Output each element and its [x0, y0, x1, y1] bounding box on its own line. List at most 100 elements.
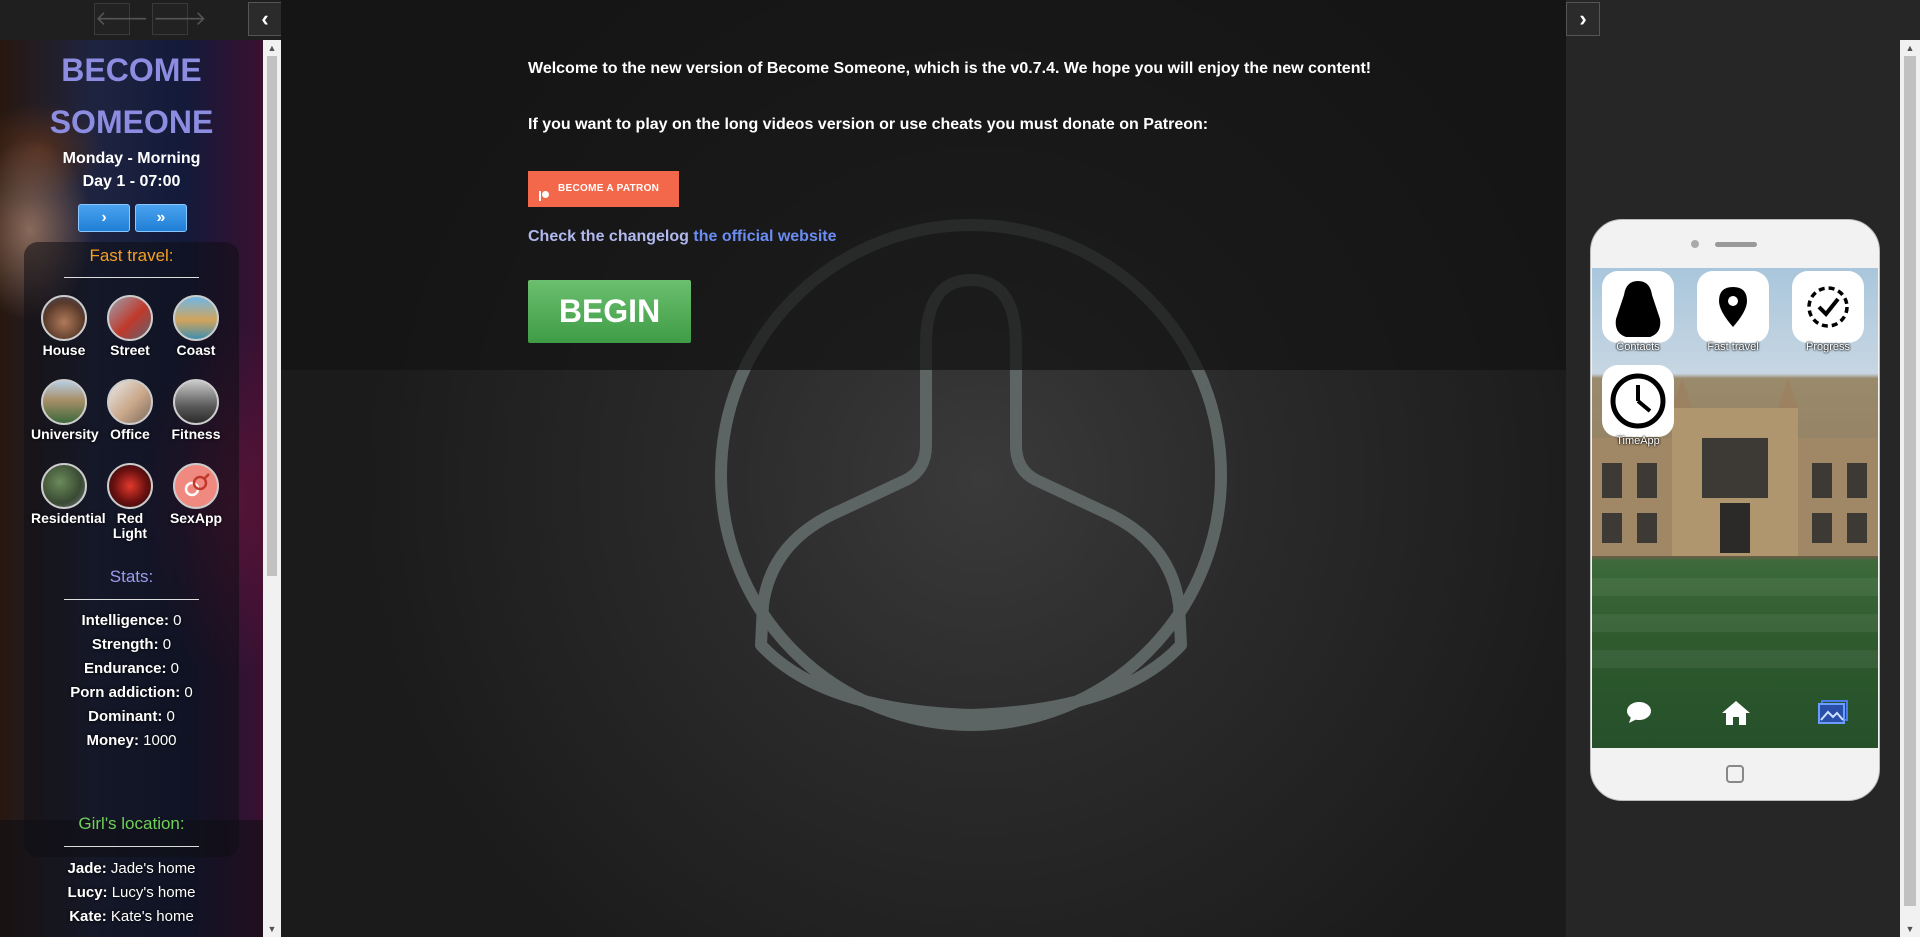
day-time: Monday - Morning: [62, 150, 201, 167]
scroll-down-icon[interactable]: ▼: [263, 921, 281, 937]
map-pin-icon: [1719, 287, 1747, 327]
location-street[interactable]: Street: [97, 295, 163, 358]
phone-screen: Contacts Fast travel Progress TimeApp: [1592, 268, 1878, 748]
stat-value: 0: [166, 708, 175, 725]
location-red-light[interactable]: Red Light: [97, 463, 163, 541]
scrollbar-thumb[interactable]: [267, 56, 277, 576]
stat-endurance: Endurance: 0: [0, 660, 263, 677]
clock-icon: [1610, 373, 1666, 429]
skip-time-button[interactable]: »: [135, 204, 187, 232]
street-thumbnail: [107, 295, 153, 341]
sexapp-thumbnail: [173, 463, 219, 509]
contacts-tile: [1602, 271, 1674, 343]
contact-silhouette-icon: [1615, 281, 1661, 337]
location-university[interactable]: University: [31, 379, 99, 442]
sidebar-top-bar: 🡐 🡒 ‹: [0, 0, 281, 40]
house-thumbnail: [41, 295, 87, 341]
app-timeapp[interactable]: TimeApp: [1602, 365, 1674, 447]
begin-button[interactable]: BEGIN: [528, 280, 691, 343]
girls-location-title: Girl's location:: [78, 814, 185, 833]
official-website-link[interactable]: the official website: [693, 228, 836, 245]
location-label: Residential: [31, 510, 106, 526]
home-icon[interactable]: [1721, 700, 1751, 726]
patron-button-label: BECOME A PATRON: [558, 183, 660, 194]
history-back-button[interactable]: 🡐: [94, 3, 149, 35]
red-light-thumbnail: [107, 463, 153, 509]
location-house[interactable]: House: [31, 295, 97, 358]
app-label: Fast travel: [1707, 341, 1759, 353]
chat-bubble-icon[interactable]: [1625, 700, 1653, 724]
gallery-icon[interactable]: [1818, 700, 1848, 724]
fast-travel-title: Fast travel:: [89, 246, 174, 265]
divider: [64, 599, 199, 600]
phone-speaker: [1715, 242, 1757, 247]
toggle-right-sidebar-button[interactable]: ›: [1566, 2, 1600, 36]
app-contacts[interactable]: Contacts: [1602, 271, 1674, 353]
location-label: Fitness: [171, 426, 221, 442]
girl-name: Jade:: [67, 860, 107, 877]
stat-value: 0: [184, 684, 193, 701]
location-label: University: [31, 426, 99, 442]
stat-label: Strength:: [91, 636, 159, 653]
game-title: BECOME SOMEONE: [0, 44, 263, 148]
location-label: SexApp: [169, 510, 223, 526]
location-coast[interactable]: Coast: [163, 295, 229, 358]
stat-porn-addiction: Porn addiction: 0: [0, 684, 263, 701]
girl-name: Lucy:: [67, 884, 108, 901]
girl-jade: Jade: Jade's home: [0, 860, 263, 877]
lawn-stripe: [1592, 614, 1878, 632]
coast-thumbnail: [173, 295, 219, 341]
title-line-2: SOMEONE: [49, 104, 214, 140]
location-fitness[interactable]: Fitness: [163, 379, 229, 442]
stat-money: Money: 1000: [0, 732, 263, 749]
girl-location: Kate's home: [110, 908, 194, 925]
history-forward-button[interactable]: 🡒: [152, 3, 207, 35]
scroll-up-icon[interactable]: ▲: [1900, 40, 1920, 56]
arrow-right-icon: 🡒: [153, 8, 207, 30]
phone-home-button[interactable]: [1726, 765, 1744, 783]
patreon-logo-icon: [538, 182, 550, 202]
scroll-down-icon[interactable]: ▼: [1900, 921, 1920, 937]
stat-value: 0: [173, 612, 182, 629]
app-label: Progress: [1805, 341, 1851, 353]
girl-location: Jade's home: [110, 860, 196, 877]
location-residential[interactable]: Residential: [31, 463, 106, 526]
office-thumbnail: [107, 379, 153, 425]
right-scrollbar[interactable]: ▲ ▼: [1900, 40, 1920, 937]
scroll-up-icon[interactable]: ▲: [263, 40, 281, 56]
day-clock: Day 1 - 07:00: [82, 173, 181, 190]
arrow-left-icon: 🡐: [95, 8, 149, 30]
stat-intelligence: Intelligence: 0: [0, 612, 263, 629]
university-thumbnail: [41, 379, 87, 425]
toggle-left-sidebar-button[interactable]: ‹: [248, 2, 281, 36]
app-progress[interactable]: Progress: [1792, 271, 1864, 353]
location-office[interactable]: Office: [97, 379, 163, 442]
stats-title: Stats:: [109, 567, 154, 586]
girl-kate: Kate: Kate's home: [0, 908, 263, 925]
gender-symbols-icon: [184, 473, 210, 497]
stat-label: Porn addiction:: [70, 684, 181, 701]
location-label: House: [42, 342, 86, 358]
passage-panel: Welcome to the new version of Become Som…: [281, 0, 1566, 370]
become-patron-button[interactable]: BECOME A PATRON: [528, 171, 679, 207]
app-fast-travel[interactable]: Fast travel: [1697, 271, 1769, 353]
scrollbar-thumb[interactable]: [1904, 56, 1916, 906]
phone: Contacts Fast travel Progress TimeApp: [1590, 219, 1880, 801]
location-sexapp[interactable]: SexApp: [163, 463, 229, 526]
sidebar-content: BECOME SOMEONE Monday - Morning Day 1 - …: [0, 40, 263, 937]
changelog-prefix: Check the changelog: [528, 228, 694, 245]
stat-label: Dominant:: [88, 708, 163, 725]
app-label: TimeApp: [1616, 435, 1660, 447]
stat-strength: Strength: 0: [0, 636, 263, 653]
stat-value: 1000: [143, 732, 177, 749]
progress-tile: [1792, 271, 1864, 343]
location-label: Street: [110, 342, 150, 358]
girl-location: Lucy's home: [111, 884, 196, 901]
girl-lucy: Lucy: Lucy's home: [0, 884, 263, 901]
app-label: Contacts: [1616, 341, 1660, 353]
right-sidebar: › Contacts Fast travel Progress TimeApp …: [1566, 0, 1920, 937]
lawn-stripe: [1592, 650, 1878, 668]
timeapp-tile: [1602, 365, 1674, 437]
sidebar-scrollbar[interactable]: ▲ ▼: [263, 40, 281, 937]
wait-button[interactable]: ›: [78, 204, 130, 232]
